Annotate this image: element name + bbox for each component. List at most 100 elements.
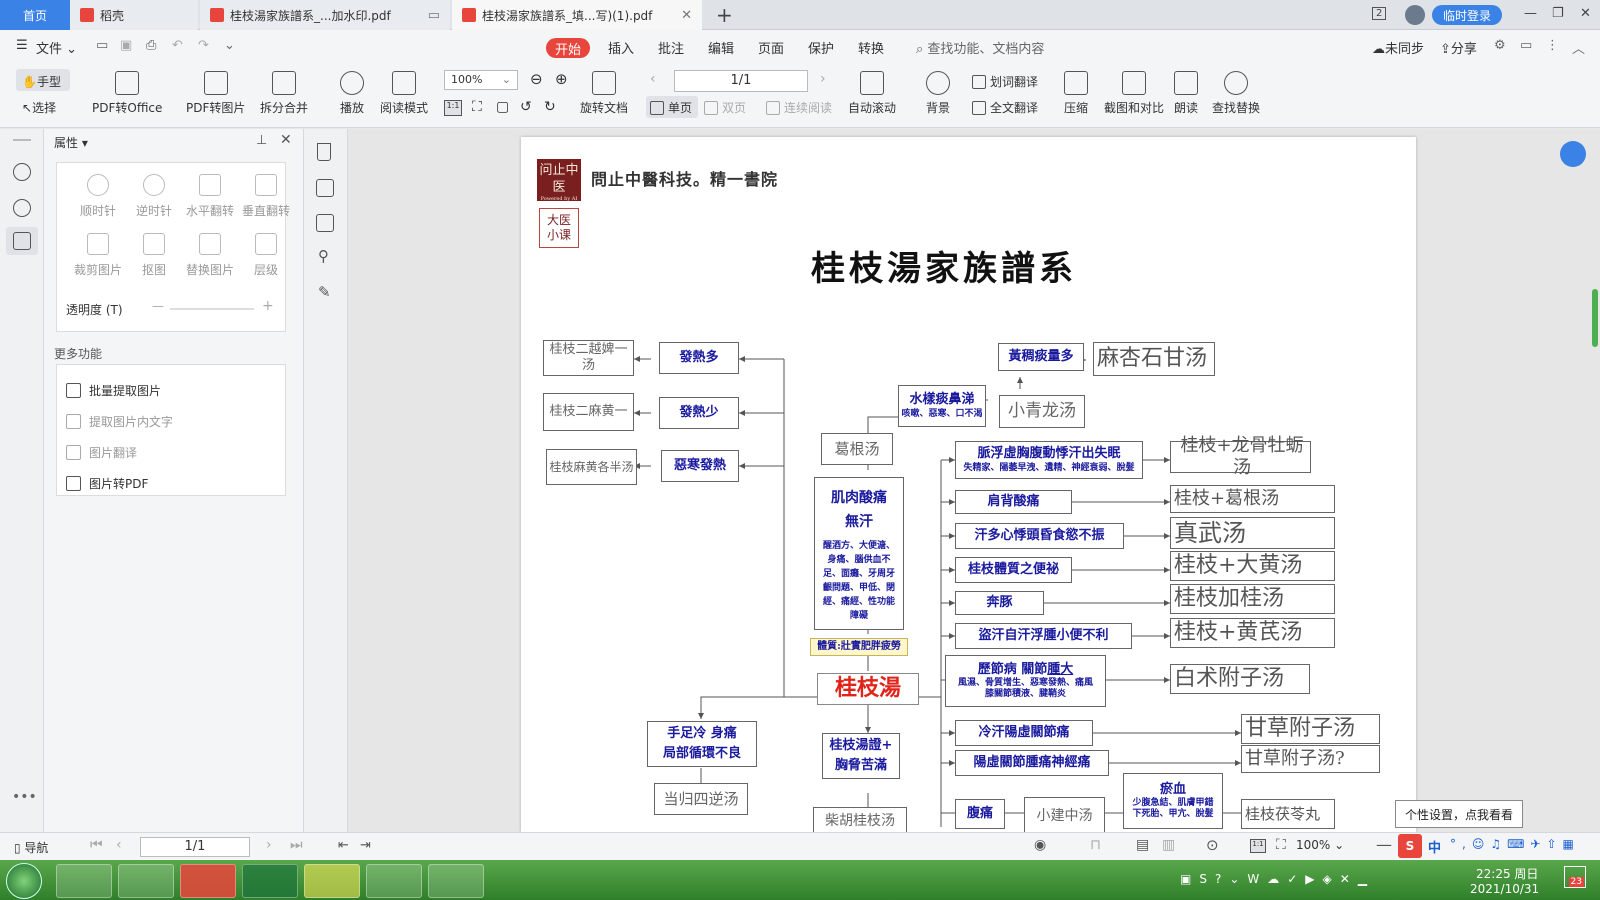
new-tab-icon[interactable]: + xyxy=(716,3,733,27)
more-dots-icon[interactable]: ••• xyxy=(12,789,37,805)
zoom-minus-icon[interactable]: — xyxy=(1376,835,1392,854)
status-page-input[interactable]: 1/1 xyxy=(140,837,250,857)
more-icon[interactable]: ⋮ xyxy=(1546,38,1559,53)
fit-page-icon[interactable]: ⛶ xyxy=(472,99,482,115)
fit-icon[interactable]: ⊓ xyxy=(1090,837,1101,853)
zoom-out-icon[interactable]: ⊖ xyxy=(530,70,543,88)
undo-icon[interactable]: ↶ xyxy=(172,38,183,53)
menu-annotate[interactable]: 批注 xyxy=(658,38,684,57)
word-translate-button[interactable]: 划词翻译 xyxy=(972,73,1038,90)
collapse-ribbon-icon[interactable]: ︿ xyxy=(1572,38,1585,57)
sync-status[interactable]: ☁未同步 xyxy=(1372,38,1424,57)
hand-tool[interactable]: ✋ 手型 xyxy=(22,73,61,90)
batch-extract-images[interactable]: 批量提取图片 xyxy=(66,382,161,399)
fit-width-icon[interactable]: ▢ xyxy=(496,99,509,115)
clock-time[interactable]: 22:25 周日 xyxy=(1476,865,1538,882)
close-panel-icon[interactable]: ✕ xyxy=(280,132,292,148)
file-menu[interactable]: 文件 ⌄ xyxy=(36,38,77,57)
scrollbar-thumb[interactable] xyxy=(1592,289,1598,347)
tab-pdf-watermark[interactable]: 桂枝湯家族譜系_...加水印.pdf ▭ xyxy=(200,0,450,30)
panel-title[interactable]: 属性 ▾ xyxy=(54,134,88,151)
page-input[interactable]: 1/1 xyxy=(674,70,808,92)
taskbar-app-6[interactable] xyxy=(366,864,422,898)
window-count-badge[interactable]: 2 xyxy=(1372,7,1387,20)
rotate-right-icon[interactable]: ↻ xyxy=(544,99,556,115)
flip-h-tool[interactable]: 水平翻转 xyxy=(180,174,240,219)
close-tab-icon[interactable]: ✕ xyxy=(681,8,692,23)
crop-image-tool[interactable]: 裁剪图片 xyxy=(68,233,128,278)
start-orb-icon[interactable] xyxy=(6,863,42,899)
share-button[interactable]: ⇪分享 xyxy=(1440,38,1477,57)
image-to-pdf[interactable]: 图片转PDF xyxy=(66,475,148,492)
rotate-ccw-tool[interactable]: 逆时针 xyxy=(124,174,184,219)
double-page-button[interactable]: 双页 xyxy=(704,99,746,116)
continuous-read-button[interactable]: 连续阅读 xyxy=(766,99,832,116)
status-zoom[interactable]: 100% ⌄ xyxy=(1296,838,1344,852)
rotate-doc-button[interactable]: 旋转文档 xyxy=(580,71,628,116)
pdf-to-image-button[interactable]: PDF转图片 xyxy=(186,71,245,116)
open-icon[interactable]: ▭ xyxy=(96,38,108,53)
read-aloud-button[interactable]: 朗读 xyxy=(1174,71,1198,116)
split-merge-button[interactable]: 拆分合并 xyxy=(260,71,308,116)
taskbar-excel[interactable] xyxy=(242,864,298,898)
fit-page-status-icon[interactable]: ⛶ xyxy=(1276,837,1286,853)
print-icon[interactable]: ⎙ xyxy=(146,38,156,53)
comment-panel-icon[interactable] xyxy=(316,214,334,232)
save-icon[interactable]: ▣ xyxy=(120,38,132,53)
taskbar-app-7[interactable] xyxy=(428,864,484,898)
tab-daoke[interactable]: 稻壳 xyxy=(70,0,198,30)
menu-protect[interactable]: 保护 xyxy=(808,38,834,57)
attachment-icon[interactable]: ⚲ xyxy=(318,247,329,265)
notification-icon[interactable]: 23 xyxy=(1564,866,1586,888)
play-status-icon[interactable]: ⊙ xyxy=(1206,836,1219,854)
plus-icon[interactable]: + xyxy=(262,298,274,314)
select-tool[interactable]: ↖ 选择 xyxy=(22,99,56,116)
floating-tool-icon[interactable] xyxy=(1560,141,1586,167)
prev-icon[interactable]: ‹ xyxy=(116,837,122,853)
menu-start[interactable]: 开始 xyxy=(546,38,590,58)
read-mode-button[interactable]: 阅读模式 xyxy=(380,71,428,116)
close-window-icon[interactable]: ✕ xyxy=(1580,6,1591,21)
personalize-tooltip[interactable]: 个性设置，点我看看 xyxy=(1395,800,1523,828)
menu-edit[interactable]: 编辑 xyxy=(708,38,734,57)
tab-home[interactable]: 首页 xyxy=(0,0,70,30)
hamburger-icon[interactable]: ☰ xyxy=(16,38,28,53)
layer-tool[interactable]: 层级 xyxy=(236,233,296,278)
actual-size-status-icon[interactable]: 1:1 xyxy=(1250,839,1266,853)
login-button[interactable]: 临时登录 xyxy=(1432,5,1502,25)
opacity-slider[interactable] xyxy=(170,308,254,310)
thumbnail-icon[interactable] xyxy=(316,179,334,197)
actual-size-icon[interactable]: 1:1 xyxy=(444,100,462,116)
redo-icon[interactable]: ↷ xyxy=(198,38,209,53)
taskbar-wechat[interactable] xyxy=(304,864,360,898)
signature-icon[interactable]: ✎ xyxy=(318,283,331,301)
replace-image-tool[interactable]: 替换图片 xyxy=(180,233,240,278)
first-page-icon[interactable]: ⏮ xyxy=(90,837,103,853)
menu-convert[interactable]: 转换 xyxy=(858,38,884,57)
ime-toolbar-icons[interactable]: °,☺♫⌨✈⇧▦ xyxy=(1450,837,1580,851)
tray-icons[interactable]: ▣S?⌄W☁✓▶◈✕▁ xyxy=(1180,872,1375,886)
tab-pdf-active[interactable]: 桂枝湯家族譜系_填...写)(1).pdf ✕ xyxy=(452,0,702,30)
search-doc-icon[interactable] xyxy=(13,163,31,181)
ime-mode[interactable]: 中 xyxy=(1428,837,1441,856)
single-page-button[interactable]: 单页 xyxy=(650,99,692,116)
zoom-in-icon[interactable]: ⊕ xyxy=(555,70,568,88)
taskbar-app-1[interactable] xyxy=(56,864,112,898)
sogou-ime-icon[interactable]: S xyxy=(1398,834,1422,858)
rotate-left-icon[interactable]: ↺ xyxy=(520,99,532,115)
taskbar-explorer[interactable] xyxy=(118,864,174,898)
prev-page-icon[interactable]: ‹ xyxy=(650,71,656,87)
avatar[interactable] xyxy=(1405,5,1425,25)
restore-icon[interactable]: ❐ xyxy=(1552,6,1564,21)
settings-icon[interactable]: ⚙ xyxy=(1494,38,1506,53)
screenshot-compare-button[interactable]: 截图和对比 xyxy=(1104,71,1164,116)
nav-toggle[interactable]: ▯ 导航 xyxy=(14,839,48,856)
compress-button[interactable]: 压缩 xyxy=(1064,71,1088,116)
single-view-icon[interactable]: ▤ xyxy=(1136,837,1149,853)
cutout-tool[interactable]: 抠图 xyxy=(124,233,184,278)
properties-icon[interactable] xyxy=(13,232,31,250)
minimize-icon[interactable]: — xyxy=(1524,6,1537,21)
play-button[interactable]: 播放 xyxy=(340,71,364,116)
minus-icon[interactable]: — xyxy=(152,299,164,313)
menu-page[interactable]: 页面 xyxy=(758,38,784,57)
